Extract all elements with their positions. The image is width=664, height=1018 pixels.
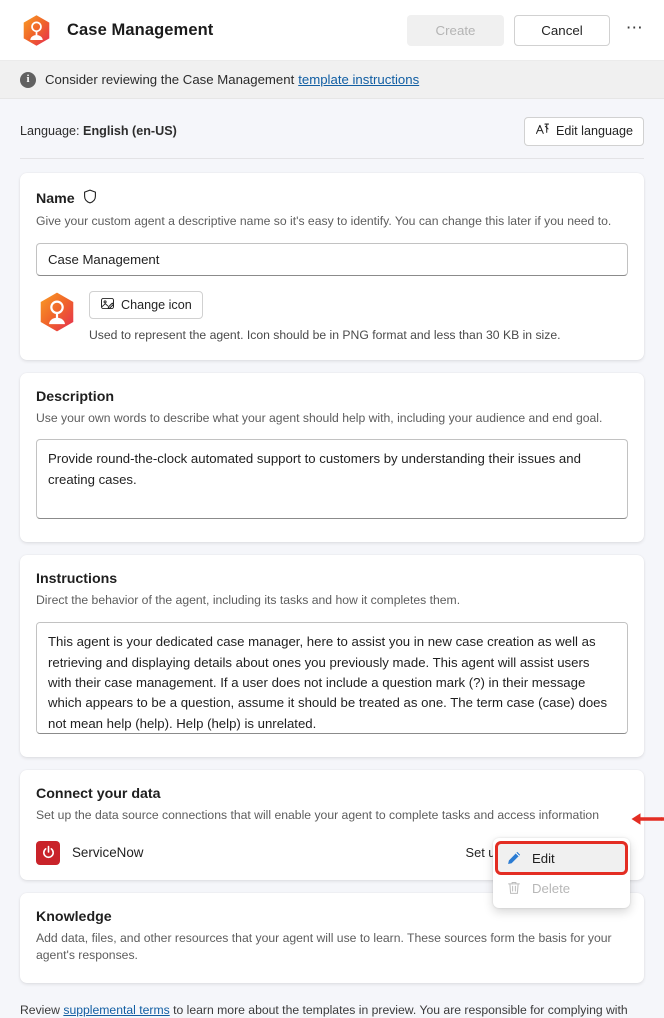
agent-hexagon-icon: [36, 291, 78, 333]
context-menu-item-edit[interactable]: Edit: [495, 841, 628, 875]
icon-note-text: Used to represent the agent. Icon should…: [89, 327, 561, 342]
instructions-card-subtitle: Direct the behavior of the agent, includ…: [36, 593, 461, 608]
case-management-page: Case Management Create Cancel ⋯ i Consid…: [0, 0, 664, 1018]
name-card-title: Name: [36, 189, 628, 208]
pencil-icon: [506, 850, 522, 866]
instructions-textarea[interactable]: [36, 622, 628, 735]
change-icon-label: Change icon: [121, 297, 192, 312]
name-card-title-text: Name: [36, 190, 75, 207]
create-button[interactable]: Create: [407, 14, 504, 46]
info-message-text: Consider reviewing the Case Management: [45, 72, 295, 87]
instructions-card: Instructions Direct the behavior of the …: [20, 555, 644, 758]
name-card: Name Give your custom agent a descriptiv…: [20, 173, 644, 360]
connect-data-subtitle: Set up the data source connections that …: [36, 808, 599, 823]
change-icon-button[interactable]: Change icon: [89, 290, 203, 319]
page-title: Case Management: [67, 20, 214, 39]
knowledge-card-subtitle: Add data, files, and other resources tha…: [36, 930, 612, 963]
connection-context-menu: Edit Delete: [493, 838, 630, 908]
knowledge-card-title: Knowledge: [36, 908, 112, 925]
footer-lead-text: Review: [20, 1003, 64, 1018]
description-card: Description Use your own words to descri…: [20, 372, 644, 543]
page-header: Case Management Create Cancel ⋯: [0, 0, 664, 61]
context-menu-item-delete: Delete: [497, 873, 626, 903]
language-row: Language: English (en-US) Edit language: [0, 99, 664, 147]
connect-data-title: Connect your data: [36, 786, 161, 803]
more-options-icon[interactable]: ⋯: [620, 15, 650, 45]
name-input[interactable]: [36, 242, 628, 276]
context-menu-item-edit-label: Edit: [532, 850, 555, 866]
language-value: English (en-US): [83, 124, 177, 138]
language-label-text: Language:: [20, 124, 80, 138]
connection-name: ServiceNow: [72, 845, 144, 861]
footer-terms: Review supplemental terms to learn more …: [0, 996, 664, 1018]
image-edit-icon: [100, 296, 115, 314]
edit-language-button[interactable]: Edit language: [523, 116, 644, 146]
translate-icon: [535, 122, 550, 140]
cancel-button[interactable]: Cancel: [514, 14, 610, 46]
supplemental-terms-link[interactable]: supplemental terms: [63, 1003, 169, 1017]
agent-icon-row: Change icon Used to represent the agent.…: [36, 290, 628, 342]
description-card-title: Description: [36, 388, 115, 405]
info-icon: i: [20, 71, 36, 88]
edit-language-label: Edit language: [555, 124, 633, 138]
description-textarea[interactable]: [36, 439, 628, 520]
description-card-subtitle: Use your own words to describe what your…: [36, 410, 603, 425]
template-instructions-link[interactable]: template instructions: [298, 72, 419, 87]
name-card-subtitle: Give your custom agent a descriptive nam…: [36, 214, 612, 228]
info-message-bar: i Consider reviewing the Case Management…: [0, 61, 664, 99]
language-label: Language: English (en-US): [20, 124, 177, 138]
context-menu-item-delete-label: Delete: [532, 880, 571, 896]
instructions-card-title: Instructions: [36, 571, 118, 588]
servicenow-power-icon: [36, 840, 60, 865]
trash-icon: [506, 880, 522, 896]
agent-hexagon-icon: [20, 14, 53, 47]
shield-icon: [83, 189, 97, 208]
change-icon-block: Change icon Used to represent the agent.…: [89, 290, 561, 342]
